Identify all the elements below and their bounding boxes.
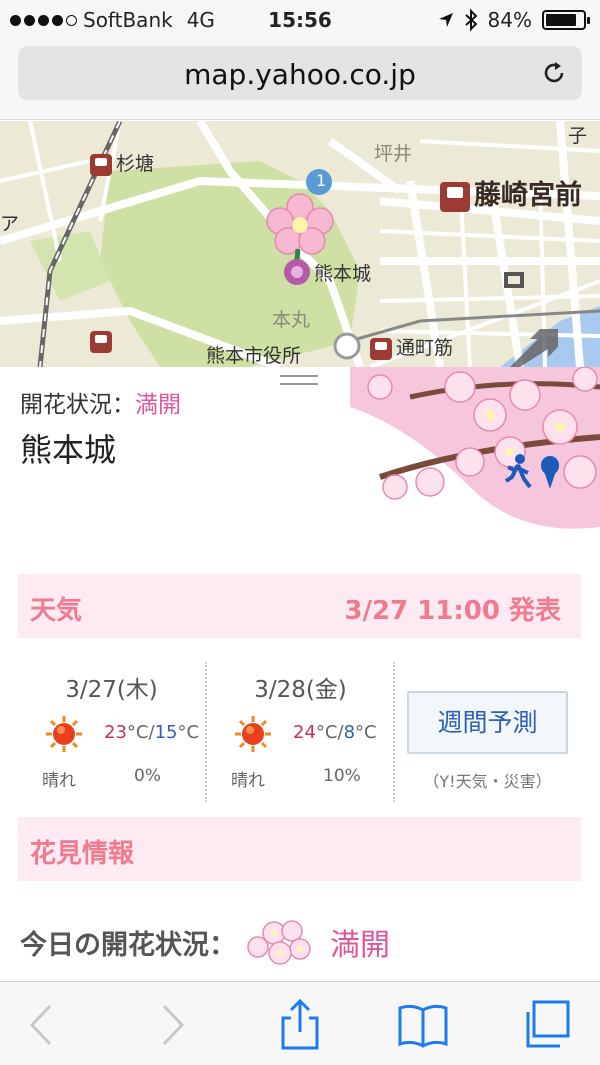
- tabs-icon[interactable]: [520, 998, 574, 1052]
- train-station-icon: [90, 331, 112, 353]
- today-bloom-row: 今日の開花状況： 満開: [20, 917, 390, 967]
- location-dot-icon: [333, 332, 361, 360]
- forecast-rain-chance: 10%: [323, 766, 361, 786]
- location-arrow-icon: [438, 13, 453, 27]
- forecast-temperature: 24°C/8°C: [293, 722, 377, 743]
- weekly-forecast-button[interactable]: 週間予測: [407, 691, 568, 754]
- weather-issued-time: 3/27 11:00 発表: [344, 596, 561, 626]
- browser-toolbar: [0, 981, 600, 1065]
- station-label-toricho[interactable]: 通町筋: [370, 333, 453, 360]
- today-bloom-status: 満開: [330, 928, 390, 963]
- bloom-status-label: 開花状況：: [20, 392, 135, 418]
- hanami-header: 花見情報: [18, 817, 581, 881]
- bloom-status-line: 開花状況：満開: [20, 385, 181, 419]
- browser-chrome: map.yahoo.co.jp: [0, 40, 600, 120]
- castle-icon: [284, 259, 310, 285]
- weather-source: （Y!天気・災害）: [423, 772, 552, 791]
- forecast-date: 3/28(金): [254, 677, 347, 703]
- train-station-icon: [90, 153, 112, 176]
- expand-map-icon[interactable]: [510, 321, 580, 367]
- battery-percent: 84%: [487, 8, 532, 32]
- bookmarks-icon[interactable]: [396, 998, 450, 1052]
- forecast-rain-chance: 0%: [134, 766, 161, 786]
- area-label-tsuboi: 坪井: [374, 143, 413, 165]
- battery-icon: [542, 10, 590, 30]
- sunny-icon: [46, 716, 82, 752]
- info-panel: 開花状況：満開 熊本城 天気 3/27 11:00 発表 3/27(木) 23°…: [0, 367, 600, 981]
- place-label-city-hall: 熊本市役所: [206, 345, 302, 367]
- reload-icon[interactable]: [540, 59, 568, 87]
- route-number: 1: [316, 171, 327, 190]
- divider: [393, 662, 395, 802]
- walking-person-icon: [504, 454, 559, 489]
- map-view[interactable]: 1 杉塘 坪井 藤崎宮前 子 ア 本丸 熊本市役所 通町筋 熊本城: [0, 121, 600, 367]
- sunny-icon: [235, 716, 271, 752]
- bluetooth-icon: [464, 9, 477, 31]
- forecast-date: 3/27(木): [65, 677, 158, 703]
- weather-forecast: 3/27(木) 23°C/15°C 晴れ 0% 3/28(金) 24°C/8°C…: [18, 654, 581, 804]
- train-station-icon: [440, 181, 470, 212]
- drag-handle[interactable]: [280, 375, 318, 385]
- station-label-fujisakigu[interactable]: 藤崎宮前: [440, 173, 582, 212]
- place-label-kumamotojo: 熊本城: [314, 263, 372, 285]
- sakura-bloom-icon: [247, 920, 311, 965]
- forecast-day: 3/28(金) 24°C/8°C 晴れ 10%: [207, 654, 394, 804]
- forecast-condition: 晴れ: [42, 771, 76, 791]
- shrine-icon: [504, 272, 524, 288]
- today-bloom-label: 今日の開花状況：: [20, 929, 236, 961]
- hanami-title: 花見情報: [30, 839, 135, 869]
- map-label-partial-left: ア: [0, 213, 20, 235]
- status-bar: SoftBank 4G 15:56 84%: [0, 0, 600, 40]
- bloom-status-value: 満開: [135, 392, 181, 418]
- forecast-day: 3/27(木) 23°C/15°C 晴れ 0%: [18, 654, 205, 804]
- map-label-partial: 子: [568, 125, 588, 147]
- weather-header: 天気 3/27 11:00 発表: [18, 574, 581, 638]
- status-right: 84%: [438, 8, 590, 32]
- area-label-honmaru: 本丸: [272, 309, 311, 331]
- back-icon[interactable]: [14, 998, 68, 1052]
- place-title: 熊本城: [20, 431, 117, 469]
- station-label-sugido[interactable]: 杉塘: [90, 149, 154, 176]
- forecast-temperature: 23°C/15°C: [104, 722, 200, 743]
- url-text[interactable]: map.yahoo.co.jp: [18, 58, 582, 91]
- forward-icon[interactable]: [146, 998, 200, 1052]
- train-station-icon: [370, 337, 392, 360]
- share-icon[interactable]: [273, 998, 327, 1052]
- forecast-condition: 晴れ: [231, 771, 265, 791]
- weather-title: 天気: [30, 596, 83, 626]
- address-bar[interactable]: map.yahoo.co.jp: [18, 46, 582, 100]
